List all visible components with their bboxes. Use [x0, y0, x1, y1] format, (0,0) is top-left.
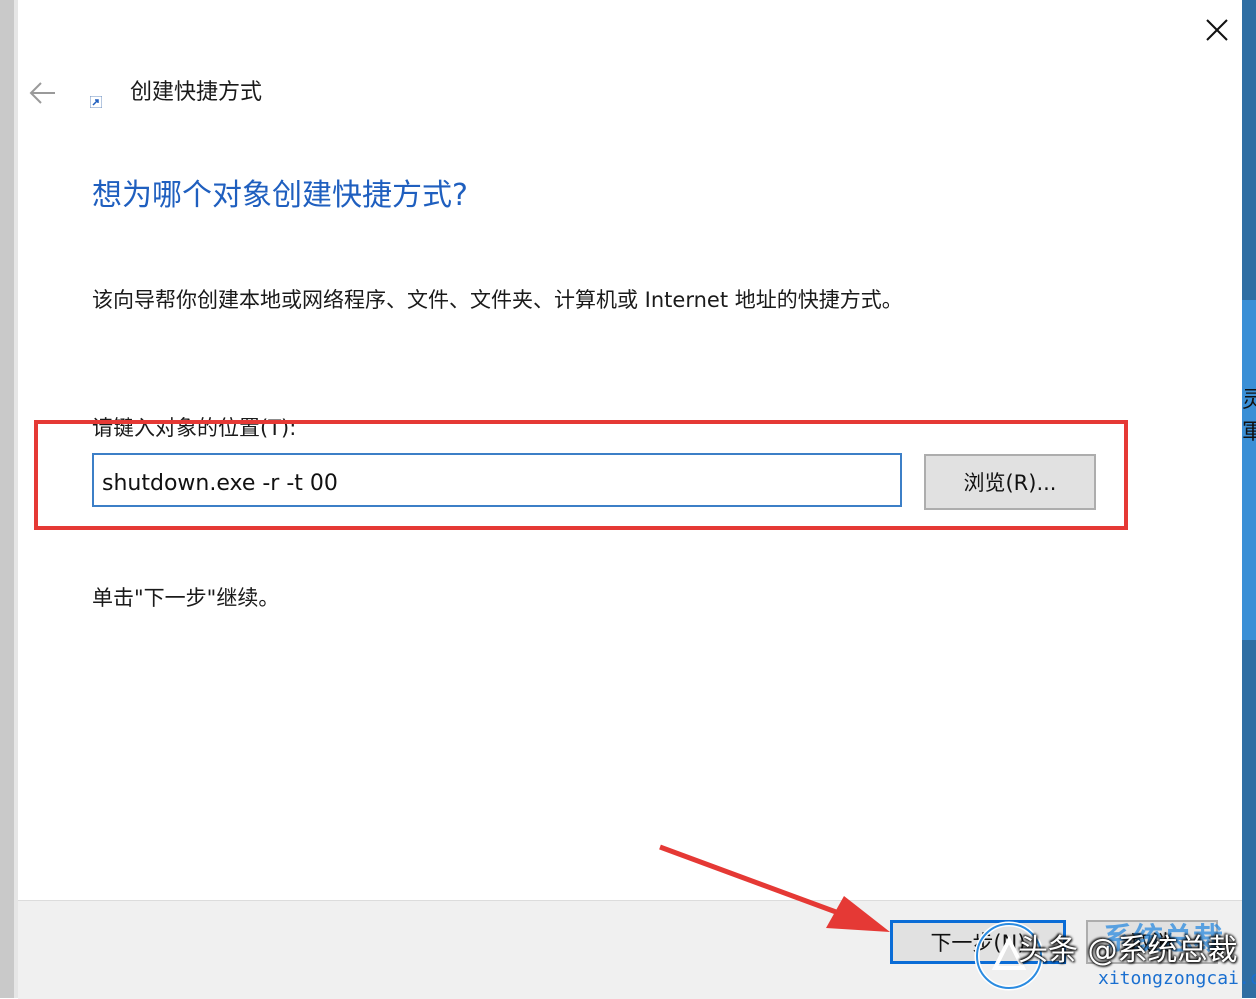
- background-window-edge-left: [0, 0, 18, 998]
- right-edge-bar: [1242, 0, 1256, 300]
- right-edge-glyph: 軍: [1242, 420, 1256, 445]
- watermark-domain: xitongzongcai.com: [1098, 968, 1256, 989]
- create-shortcut-dialog: 创建快捷方式 想为哪个对象创建快捷方式? 该向导帮你创建本地或网络程序、文件、文…: [18, 0, 1256, 999]
- close-icon: [1206, 19, 1228, 41]
- background-window-edge-right: 灵 軍: [1242, 0, 1256, 998]
- wizard-description: 该向导帮你创建本地或网络程序、文件、文件夹、计算机或 Internet 地址的快…: [92, 288, 903, 312]
- arrow-left-icon: [29, 82, 55, 104]
- page-heading: 想为哪个对象创建快捷方式?: [92, 178, 468, 213]
- watermark-text: 头条 @系统总裁: [1018, 933, 1238, 968]
- dialog-title: 创建快捷方式: [130, 80, 263, 105]
- right-edge-glyph: 灵: [1242, 388, 1256, 413]
- close-button[interactable]: [1194, 8, 1240, 52]
- back-button[interactable]: [28, 78, 62, 108]
- continue-hint: 单击"下一步"继续。: [92, 586, 280, 610]
- shortcut-arrow-icon: [90, 96, 102, 108]
- annotation-highlight-box: [34, 420, 1128, 530]
- right-edge-bar: [1242, 640, 1256, 998]
